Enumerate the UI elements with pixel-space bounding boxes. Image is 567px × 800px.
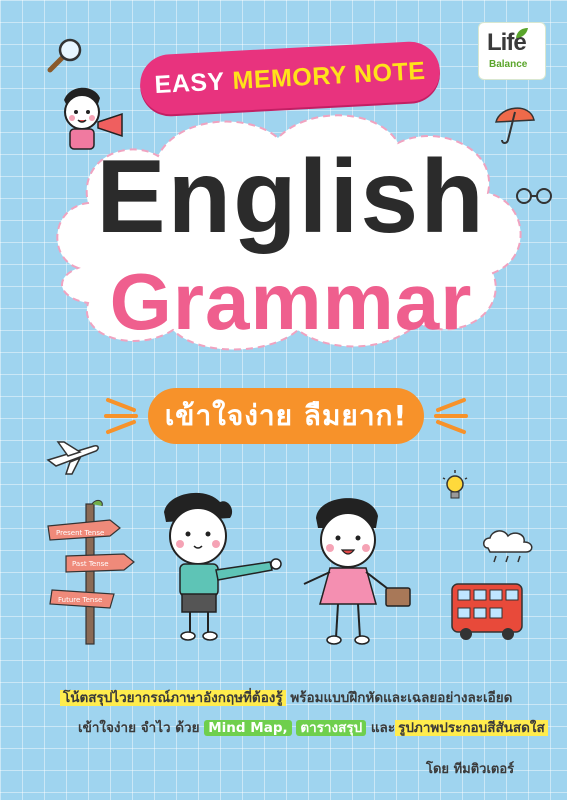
signpost-illustration: Present Tense Past Tense Future Tense	[47, 499, 135, 645]
title-english: English	[96, 139, 486, 255]
sign-present-tense: Present Tense	[56, 529, 104, 537]
sign-future-tense: Future Tense	[58, 596, 102, 604]
book-cover: Life Balance EASY MEMORY NOTE English Gr…	[0, 0, 567, 800]
description-line-2: เข้าใจง่าย จำไว ด้วย Mind Map, ตารางสรุป…	[78, 716, 548, 738]
subtitle-pill: เข้าใจง่าย ลืมยาก!	[148, 388, 424, 444]
description-highlight-1: โน้ตสรุปไวยากรณ์ภาษาอังกฤษที่ต้องรู้	[60, 690, 286, 706]
rain-cloud-icon	[483, 530, 533, 563]
author-credit: โดย ทีมติวเตอร์	[426, 758, 514, 779]
boy-illustration	[164, 492, 282, 641]
sparkle-right-icon	[434, 398, 468, 434]
banner-easy: EASY	[153, 66, 226, 99]
magnifier-icon	[47, 38, 82, 73]
double-decker-bus-icon	[451, 583, 523, 640]
tag-summary-table: ตารางสรุป	[296, 720, 367, 736]
banner-memory-note: MEMORY NOTE	[231, 56, 427, 95]
title-grammar: Grammar	[109, 257, 473, 346]
airplane-icon	[46, 441, 99, 475]
logo-subtext: Balance	[489, 59, 528, 70]
leaf-icon	[516, 28, 528, 38]
glasses-icon	[516, 188, 552, 204]
description-text-1: พร้อมแบบฝึกหัดและเฉลยอย่างละเอียด	[285, 690, 513, 706]
sparkle-left-icon	[104, 398, 138, 434]
description-text-2b: และ	[366, 720, 396, 736]
author-name: ทีมติวเตอร์	[453, 762, 515, 777]
lightbulb-icon	[442, 470, 468, 499]
tag-mind-map: Mind Map,	[204, 720, 292, 736]
description-line-1: โน้ตสรุปไวยากรณ์ภาษาอังกฤษที่ต้องรู้ พร้…	[60, 686, 512, 708]
author-prefix: โดย	[426, 762, 450, 777]
subtitle: เข้าใจง่าย ลืมยาก!	[164, 399, 408, 432]
description-highlight-2: รูปภาพประกอบสีสันสดใส	[395, 720, 548, 736]
umbrella-icon	[495, 107, 535, 144]
publisher-logo: Life Balance	[478, 22, 546, 80]
girl-illustration	[303, 498, 411, 645]
sign-past-tense: Past Tense	[72, 560, 109, 568]
description-text-2a: เข้าใจง่าย จำไว ด้วย	[78, 720, 205, 736]
